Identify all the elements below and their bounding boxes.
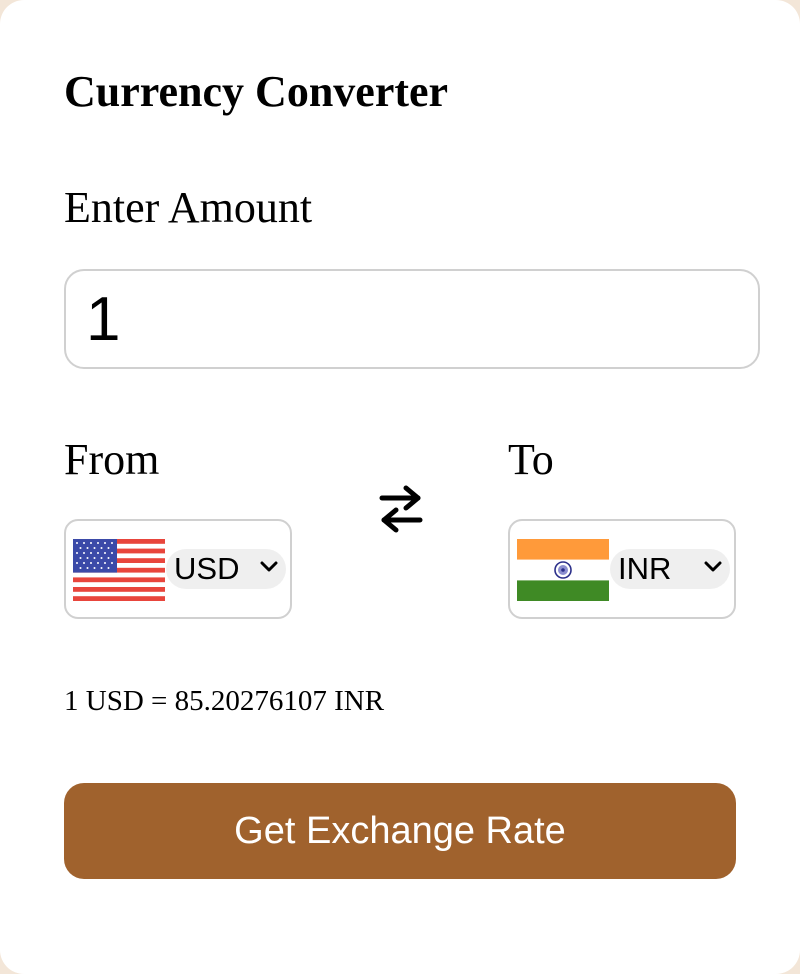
- get-exchange-rate-button[interactable]: Get Exchange Rate: [64, 783, 736, 879]
- to-label: To: [508, 435, 554, 484]
- app-title: Currency Converter: [64, 67, 449, 116]
- from-label: From: [64, 435, 160, 484]
- amount-label: Enter Amount: [64, 183, 313, 232]
- exchange-rate-result: 1 USD = 85.20276107 INR: [64, 685, 385, 717]
- india-flag-icon: [517, 539, 609, 601]
- to-currency-value: INR: [618, 551, 672, 586]
- from-currency-box: USD: [64, 519, 292, 619]
- converter-card: Currency Converter Enter Amount From To: [0, 0, 800, 974]
- amount-input[interactable]: [64, 269, 760, 369]
- chevron-down-icon: [260, 561, 278, 572]
- from-currency-select[interactable]: USD: [166, 549, 286, 589]
- to-currency-box: INR: [508, 519, 736, 619]
- chevron-down-icon: [704, 561, 722, 572]
- swap-arrows-icon[interactable]: [378, 484, 424, 534]
- from-currency-value: USD: [174, 551, 240, 586]
- us-flag-icon: [73, 539, 165, 601]
- to-currency-select[interactable]: INR: [610, 549, 730, 589]
